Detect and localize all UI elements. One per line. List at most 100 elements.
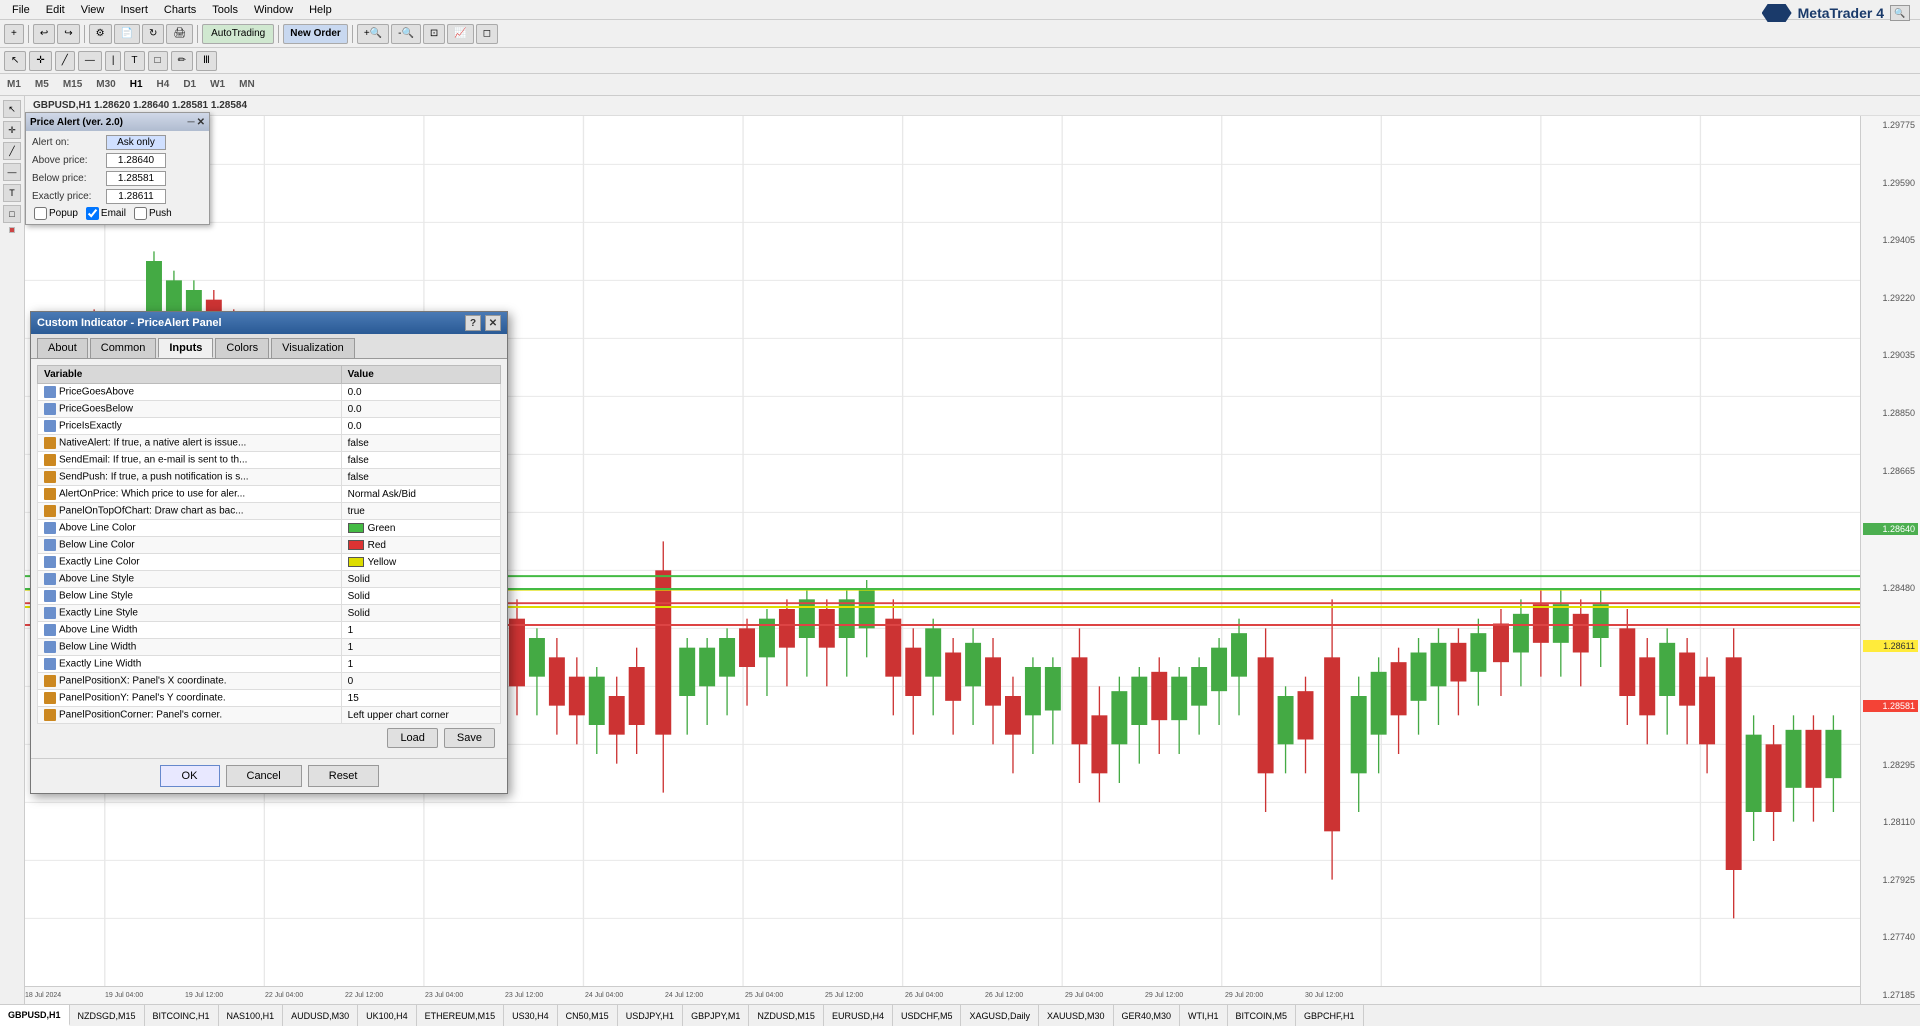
bottom-tab[interactable]: NZDUSD,M15 (749, 1005, 824, 1026)
alert-on-value[interactable]: Ask only (106, 135, 166, 150)
exactly-price-value[interactable]: 1.28611 (106, 189, 166, 204)
objects-btn[interactable]: ◻ (476, 24, 498, 44)
bottom-tab[interactable]: BITCOIN,M5 (1228, 1005, 1297, 1026)
bottom-tab[interactable]: US30,H4 (504, 1005, 558, 1026)
sidebar-line[interactable]: ╱ (3, 142, 21, 160)
panel-minimize-btn[interactable]: ─ (188, 117, 195, 128)
table-row[interactable]: Exactly Line StyleSolid (38, 605, 501, 622)
bottom-tab[interactable]: GBPJPY,M1 (683, 1005, 749, 1026)
popup-checkbox[interactable] (34, 207, 47, 220)
bottom-tab[interactable]: USDJPY,H1 (618, 1005, 683, 1026)
table-row[interactable]: SendEmail: If true, an e-mail is sent to… (38, 452, 501, 469)
reset-btn[interactable]: Reset (308, 765, 379, 787)
zoom-out-btn[interactable]: -🔍 (391, 24, 421, 44)
expert-btn[interactable]: ⚙ (89, 24, 112, 44)
dialog-help-btn[interactable]: ? (465, 315, 481, 331)
cursor-btn[interactable]: ↖ (4, 51, 26, 71)
menu-insert[interactable]: Insert (112, 0, 156, 19)
bottom-tab[interactable]: USDCHF,M5 (893, 1005, 962, 1026)
print-btn[interactable]: 🖨 (166, 24, 193, 44)
table-row[interactable]: NativeAlert: If true, a native alert is … (38, 435, 501, 452)
sidebar-arrow[interactable]: ↖ (3, 100, 21, 118)
tab-common[interactable]: Common (90, 338, 157, 358)
ok-btn[interactable]: OK (160, 765, 220, 787)
autotrading-btn[interactable]: AutoTrading (202, 24, 274, 44)
crosshair-btn[interactable]: ✛ (29, 51, 51, 71)
tf-m30[interactable]: M30 (93, 79, 118, 90)
bottom-tab[interactable]: XAGUSD,Daily (961, 1005, 1039, 1026)
tab-colors[interactable]: Colors (215, 338, 269, 358)
dialog-close-btn[interactable]: ✕ (485, 315, 501, 331)
search-icon[interactable]: 🔍 (1890, 5, 1910, 21)
indicators-btn[interactable]: 📈 (447, 24, 473, 44)
table-row[interactable]: Exactly Line ColorYellow (38, 554, 501, 571)
bottom-tab[interactable]: CN50,M15 (558, 1005, 618, 1026)
menu-window[interactable]: Window (246, 0, 301, 19)
menu-view[interactable]: View (73, 0, 113, 19)
tab-visualization[interactable]: Visualization (271, 338, 355, 358)
table-row[interactable]: PriceIsExactly0.0 (38, 418, 501, 435)
table-row[interactable]: PriceGoesBelow0.0 (38, 401, 501, 418)
bottom-tab[interactable]: GBPUSD,H1 (0, 1005, 70, 1026)
below-price-value[interactable]: 1.28581 (106, 171, 166, 186)
custom-indicator-dialog[interactable]: Custom Indicator - PriceAlert Panel ? ✕ … (30, 311, 508, 794)
text-btn[interactable]: T (124, 51, 144, 71)
refresh-btn[interactable]: ↻ (142, 24, 164, 44)
tf-m1[interactable]: M1 (4, 79, 24, 90)
table-row[interactable]: Above Line ColorGreen (38, 520, 501, 537)
line-btn[interactable]: ╱ (55, 51, 75, 71)
bottom-tab[interactable]: UK100,H4 (358, 1005, 417, 1026)
sidebar-hline[interactable]: — (3, 163, 21, 181)
panel-close-btn[interactable]: ✕ (197, 117, 205, 128)
tf-m5[interactable]: M5 (32, 79, 52, 90)
zoom-in-btn[interactable]: +🔍 (357, 24, 389, 44)
menu-help[interactable]: Help (301, 0, 340, 19)
rect-btn[interactable]: □ (148, 51, 168, 71)
vline-btn[interactable]: | (105, 51, 122, 71)
sidebar-crosshair[interactable]: ✛ (3, 121, 21, 139)
sidebar-rect[interactable]: □ (3, 205, 21, 223)
table-row[interactable]: PanelPositionY: Panel's Y coordinate.15 (38, 690, 501, 707)
undo-btn[interactable]: ↩ (33, 24, 55, 44)
bottom-tab[interactable]: NZDSGD,M15 (70, 1005, 145, 1026)
save-btn[interactable]: Save (444, 728, 495, 748)
table-row[interactable]: Above Line Width1 (38, 622, 501, 639)
table-row[interactable]: Below Line Width1 (38, 639, 501, 656)
tab-inputs[interactable]: Inputs (158, 338, 213, 358)
table-row[interactable]: PanelPositionCorner: Panel's corner.Left… (38, 707, 501, 724)
bottom-tab[interactable]: XAUUSD,M30 (1039, 1005, 1114, 1026)
bottom-tab[interactable]: EURUSD,H4 (824, 1005, 893, 1026)
email-checkbox[interactable] (86, 207, 99, 220)
table-row[interactable]: PanelOnTopOfChart: Draw chart as bac...t… (38, 503, 501, 520)
tf-mn[interactable]: MN (236, 79, 258, 90)
bottom-tab[interactable]: GER40,M30 (1114, 1005, 1181, 1026)
table-row[interactable]: Above Line StyleSolid (38, 571, 501, 588)
table-row[interactable]: AlertOnPrice: Which price to use for ale… (38, 486, 501, 503)
load-btn[interactable]: Load (387, 728, 437, 748)
new-chart-btn[interactable]: + (4, 24, 24, 44)
table-row[interactable]: Below Line StyleSolid (38, 588, 501, 605)
hline-btn[interactable]: — (78, 51, 102, 71)
cancel-btn[interactable]: Cancel (226, 765, 302, 787)
brush-btn[interactable]: ✏ (171, 51, 193, 71)
fibonacci-btn[interactable]: Ⅲ (196, 51, 217, 71)
table-row[interactable]: SendPush: If true, a push notification i… (38, 469, 501, 486)
menu-edit[interactable]: Edit (38, 0, 73, 19)
menu-tools[interactable]: Tools (204, 0, 246, 19)
menu-charts[interactable]: Charts (156, 0, 204, 19)
tf-h1[interactable]: H1 (127, 79, 146, 90)
redo-btn[interactable]: ↪ (57, 24, 79, 44)
tf-w1[interactable]: W1 (207, 79, 228, 90)
bottom-tab[interactable]: NAS100,H1 (219, 1005, 284, 1026)
bottom-tab[interactable]: WTI,H1 (1180, 1005, 1228, 1026)
bottom-tab[interactable]: BITCOINC,H1 (145, 1005, 219, 1026)
table-row[interactable]: Exactly Line Width1 (38, 656, 501, 673)
sidebar-text[interactable]: T (3, 184, 21, 202)
table-row[interactable]: PanelPositionX: Panel's X coordinate.0 (38, 673, 501, 690)
tf-d1[interactable]: D1 (180, 79, 199, 90)
tf-h4[interactable]: H4 (154, 79, 173, 90)
table-row[interactable]: Below Line ColorRed (38, 537, 501, 554)
chart-fit-btn[interactable]: ⊡ (423, 24, 445, 44)
menu-file[interactable]: File (4, 0, 38, 19)
push-checkbox[interactable] (134, 207, 147, 220)
